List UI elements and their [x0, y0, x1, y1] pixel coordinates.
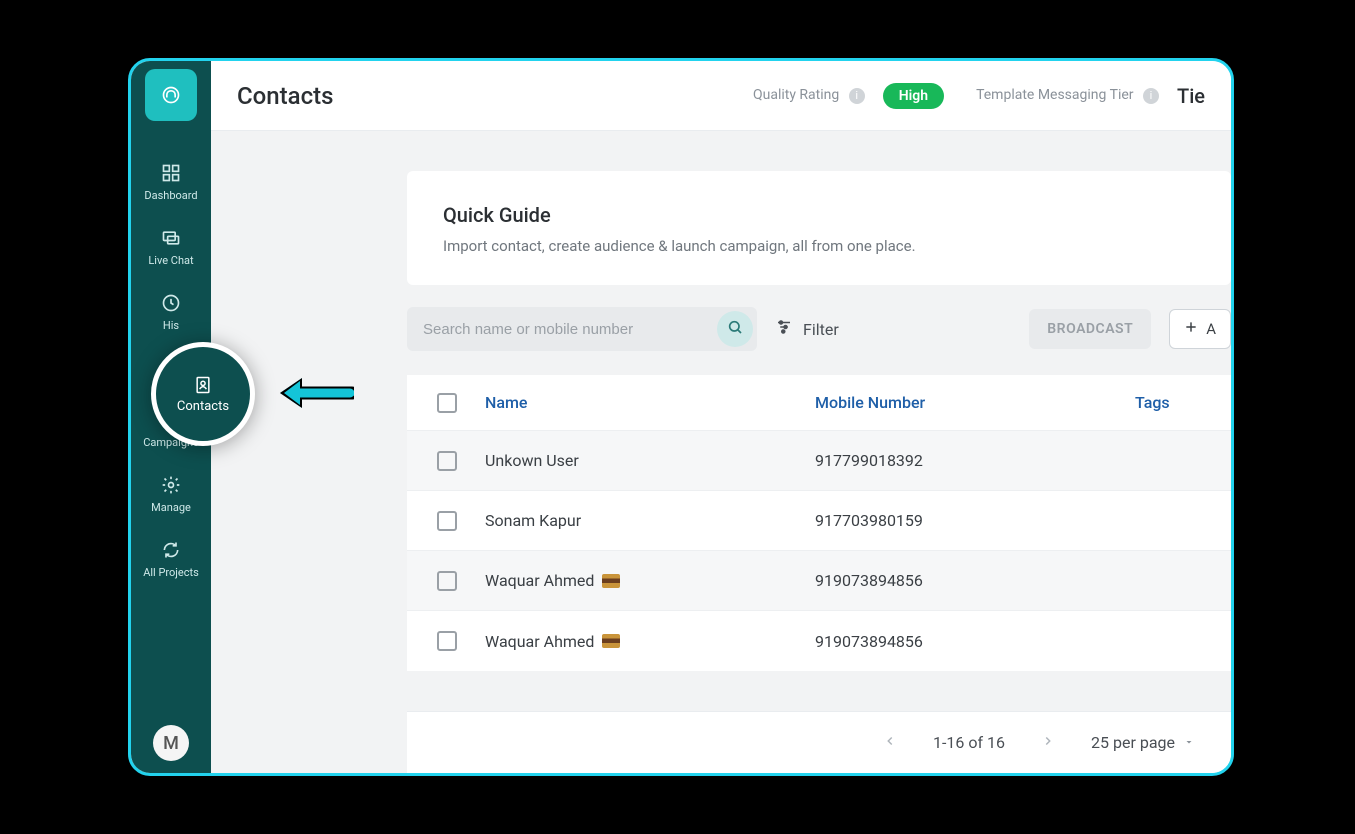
table-row[interactable]: Waquar Ahmed 919073894856 [407, 551, 1231, 611]
main: Contacts Quality Rating i High Template … [211, 61, 1231, 773]
quality-rating-label: Quality Rating i [753, 87, 865, 104]
sidebar-label: All Projects [143, 566, 199, 579]
add-label: A [1206, 320, 1216, 338]
app-logo[interactable] [145, 69, 197, 121]
badge-icon [602, 634, 620, 648]
pointer-arrow-icon [272, 370, 354, 420]
contact-name: Waquar Ahmed [485, 632, 594, 651]
quality-badge: High [883, 83, 944, 109]
highlight-contacts: Contacts [151, 342, 255, 446]
row-checkbox[interactable] [437, 511, 457, 531]
contacts-icon [193, 375, 213, 395]
filter-label: Filter [803, 320, 839, 339]
contact-mobile: 919073894856 [815, 571, 1135, 590]
sidebar-item-manage[interactable]: Manage [131, 463, 211, 528]
col-tags[interactable]: Tags [1135, 393, 1201, 412]
per-page-select[interactable]: 25 per page [1091, 733, 1195, 752]
sidebar-label: Dashboard [144, 189, 197, 202]
table-row[interactable]: Unkown User 917799018392 [407, 431, 1231, 491]
sidebar-item-history[interactable]: His [131, 281, 211, 346]
table-row[interactable]: Sonam Kapur 917703980159 [407, 491, 1231, 551]
sidebar-label: His [163, 319, 179, 332]
contact-name: Unkown User [485, 451, 579, 470]
quick-guide-card: Quick Guide Import contact, create audie… [407, 171, 1231, 285]
quick-guide-subtitle: Import contact, create audience & launch… [443, 237, 1195, 255]
search-input[interactable] [407, 307, 757, 351]
avatar-letter: M [163, 733, 179, 754]
filter-button[interactable]: Filter [775, 318, 839, 340]
info-icon[interactable]: i [1143, 88, 1159, 104]
sidebar-item-livechat[interactable]: Live Chat [131, 216, 211, 281]
sidebar-label: Manage [151, 501, 191, 514]
chevron-down-icon [1183, 733, 1195, 752]
search-button[interactable] [717, 311, 753, 347]
sidebar-item-projects[interactable]: All Projects [131, 528, 211, 593]
per-page-label: 25 per page [1091, 733, 1175, 752]
tier-value-cut: Tie [1177, 84, 1205, 108]
prev-page-button[interactable] [877, 727, 903, 758]
col-name[interactable]: Name [485, 393, 815, 412]
pagination: 1-16 of 16 25 per page [407, 711, 1231, 773]
topbar: Contacts Quality Rating i High Template … [211, 61, 1231, 131]
tier-label: Template Messaging Tier i [976, 87, 1159, 104]
quick-guide-title: Quick Guide [443, 203, 1195, 227]
row-checkbox[interactable] [437, 571, 457, 591]
filter-icon [775, 318, 793, 340]
sync-icon [161, 540, 181, 560]
highlight-label: Contacts [177, 399, 229, 414]
gear-icon [161, 475, 181, 495]
next-page-button[interactable] [1035, 727, 1061, 758]
row-checkbox[interactable] [437, 451, 457, 471]
search-wrap [407, 307, 757, 351]
search-icon [727, 319, 743, 339]
add-button[interactable]: A [1169, 309, 1231, 349]
contact-name: Waquar Ahmed [485, 571, 594, 590]
toolbar: Filter BROADCAST A [407, 307, 1231, 351]
user-avatar[interactable]: M [153, 725, 189, 761]
col-mobile[interactable]: Mobile Number [815, 393, 1135, 412]
dashboard-icon [161, 163, 181, 183]
contact-mobile: 917799018392 [815, 451, 1135, 470]
phone-icon [161, 85, 181, 105]
chat-icon [161, 228, 181, 248]
contacts-table: Name Mobile Number Tags Unkown User 9177… [407, 375, 1231, 671]
table-row[interactable]: Waquar Ahmed 919073894856 [407, 611, 1231, 671]
page-range: 1-16 of 16 [933, 733, 1005, 752]
badge-icon [602, 574, 620, 588]
content-area: Quick Guide Import contact, create audie… [211, 131, 1231, 773]
info-icon[interactable]: i [849, 88, 865, 104]
row-checkbox[interactable] [437, 631, 457, 651]
contact-mobile: 919073894856 [815, 632, 1135, 651]
sidebar-item-dashboard[interactable]: Dashboard [131, 151, 211, 216]
broadcast-button[interactable]: BROADCAST [1029, 309, 1151, 349]
select-all-checkbox[interactable] [437, 393, 457, 413]
page-title: Contacts [237, 82, 333, 110]
contact-name: Sonam Kapur [485, 511, 581, 530]
contact-mobile: 917703980159 [815, 511, 1135, 530]
history-icon [161, 293, 181, 313]
table-header: Name Mobile Number Tags [407, 375, 1231, 431]
plus-icon [1184, 320, 1198, 338]
sidebar-label: Live Chat [148, 254, 193, 267]
